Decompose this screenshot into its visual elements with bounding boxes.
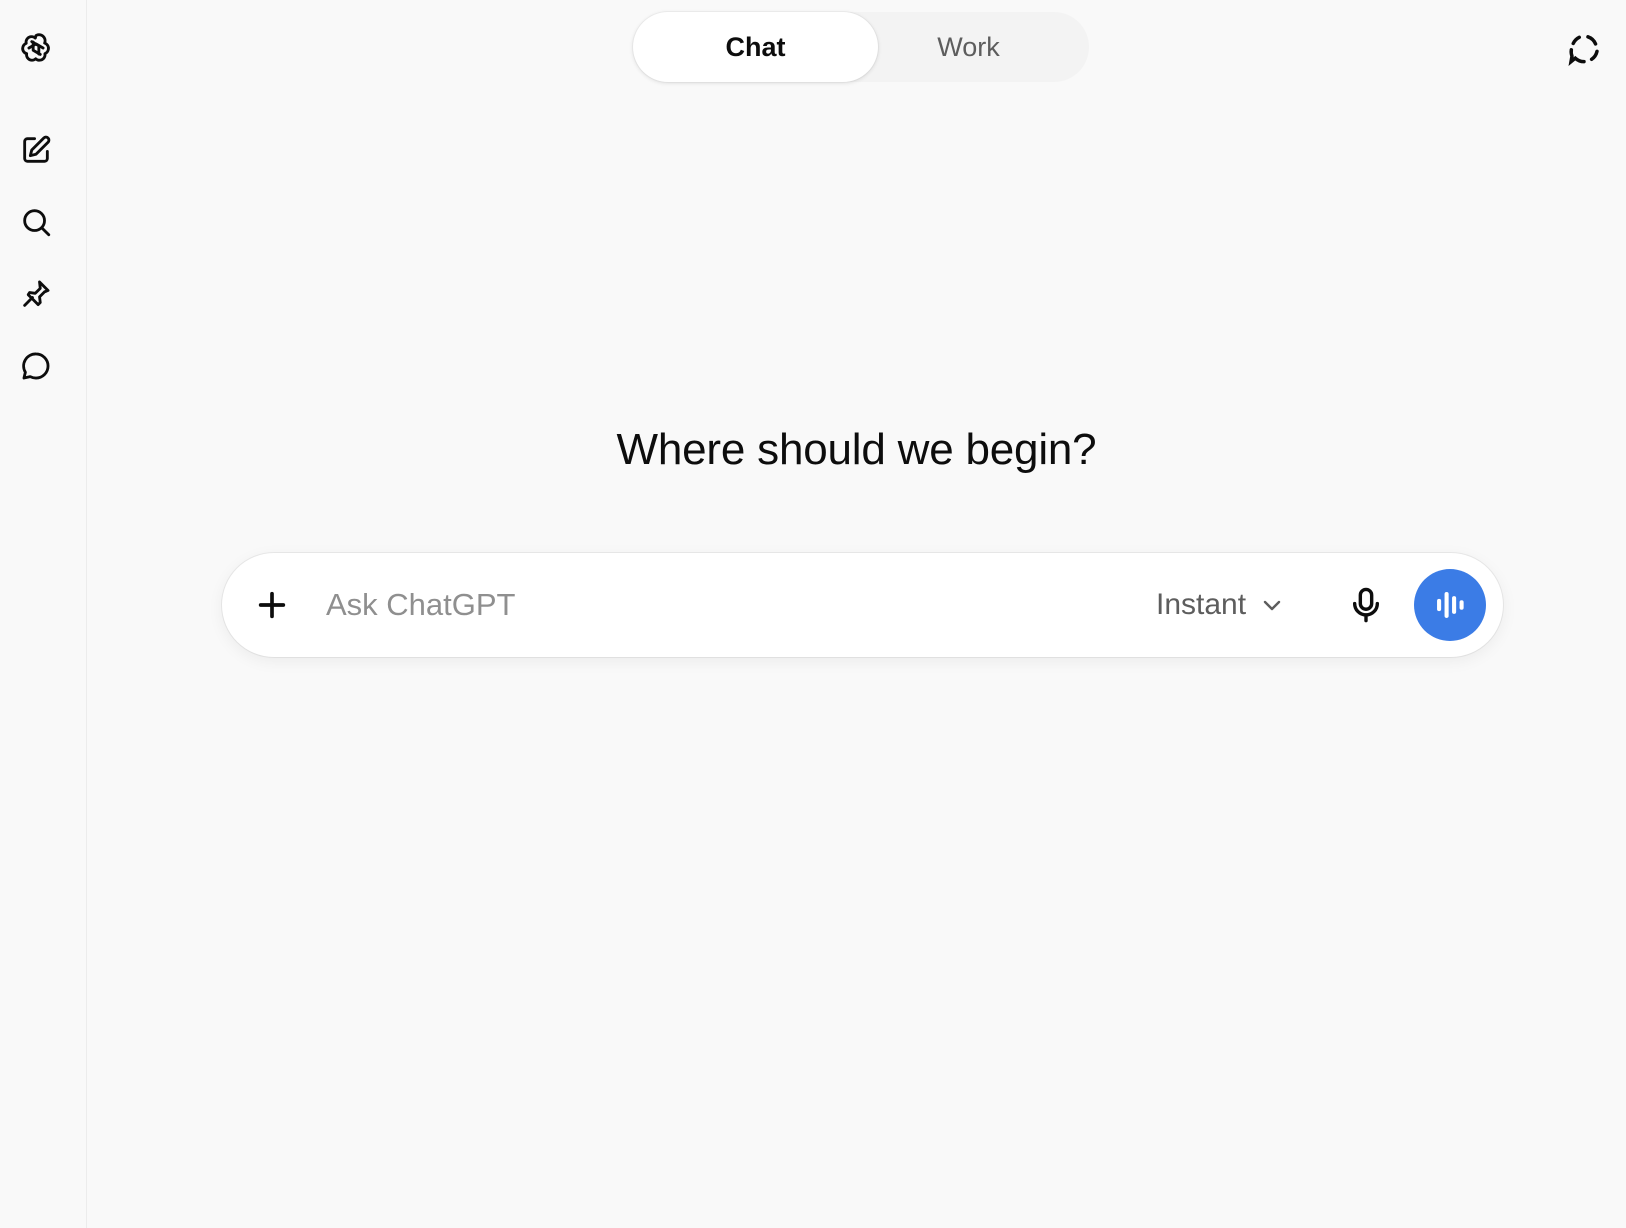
page-title: Where should we begin?: [616, 425, 1097, 474]
pin-icon: [23, 280, 50, 307]
tab-chat[interactable]: Chat: [633, 12, 878, 82]
search-icon: [23, 209, 51, 237]
mode-toggle: Work Chat: [633, 12, 1089, 82]
new-chat-icon: [23, 135, 51, 163]
microphone-icon: [1352, 587, 1380, 623]
tab-work[interactable]: Work: [848, 12, 1089, 82]
openai-logo-button[interactable]: [14, 26, 58, 70]
temporary-chat-button[interactable]: [1562, 27, 1606, 71]
sidebar-rail: [0, 0, 87, 1228]
temporary-chat-icon: [1568, 35, 1599, 66]
chats-button[interactable]: [14, 344, 58, 388]
dictate-button[interactable]: [1344, 583, 1388, 627]
model-selector[interactable]: Instant: [1156, 581, 1284, 629]
voice-waveform-icon: [1437, 592, 1464, 618]
pinned-button[interactable]: [14, 272, 58, 316]
attach-button[interactable]: [250, 583, 294, 627]
chat-bubble-icon: [22, 352, 50, 380]
voice-mode-button[interactable]: [1414, 569, 1486, 641]
tab-work-label: Work: [937, 31, 1000, 62]
chevron-down-icon: [1263, 600, 1281, 611]
new-chat-button[interactable]: [14, 128, 58, 172]
plus-icon: [258, 591, 286, 619]
model-selector-label: Instant: [1156, 588, 1247, 621]
prompt-composer: Instant: [222, 553, 1503, 657]
search-chats-button[interactable]: [14, 200, 58, 244]
tab-chat-label: Chat: [725, 31, 786, 62]
prompt-input[interactable]: [326, 579, 1086, 631]
app-window: Work Chat Where should we begin? Instant: [0, 0, 1626, 1228]
openai-logo-icon: [21, 33, 50, 62]
